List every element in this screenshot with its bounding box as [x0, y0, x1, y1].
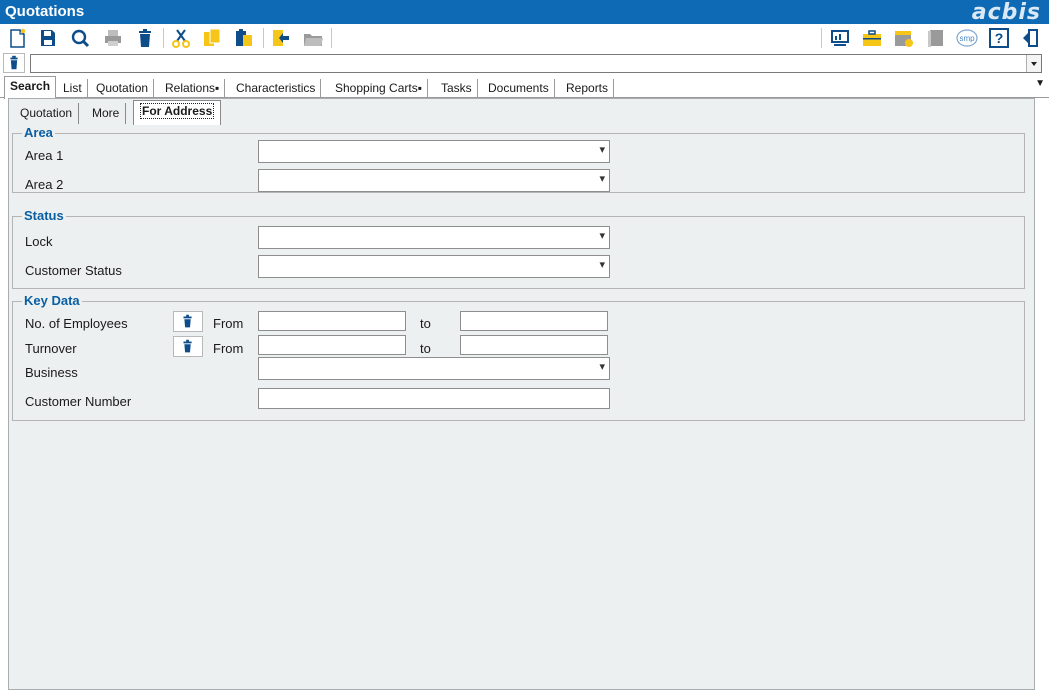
trash-icon — [10, 55, 18, 70]
turnover-to-field[interactable] — [461, 336, 607, 354]
employees-from-field[interactable] — [259, 312, 405, 330]
briefcase-icon[interactable] — [861, 27, 883, 49]
lock-select-value[interactable] — [259, 227, 609, 248]
lock-dropdown[interactable] — [258, 226, 610, 249]
tab-list[interactable]: List — [58, 79, 88, 98]
turnover-from-field[interactable] — [259, 336, 405, 354]
turnover-to-label: to — [420, 341, 431, 356]
tab-documents[interactable]: Documents — [483, 79, 555, 98]
area1-select-value[interactable] — [259, 141, 609, 162]
smp-icon[interactable]: smp — [956, 27, 978, 49]
window-title: Quotations — [5, 3, 85, 20]
trash-icon — [183, 339, 192, 353]
employees-from-input[interactable] — [258, 311, 406, 331]
subtab-more[interactable]: More — [86, 103, 127, 124]
turnover-from-label: From — [213, 341, 244, 356]
save-icon[interactable] — [37, 27, 59, 49]
area2-label: Area 2 — [25, 177, 64, 192]
book-icon[interactable] — [925, 27, 947, 49]
employees-to-label: to — [420, 316, 431, 331]
saved-search-combo[interactable] — [30, 54, 1042, 73]
search-icon[interactable] — [69, 27, 91, 49]
customer-status-dropdown[interactable] — [258, 255, 610, 278]
filter-row — [0, 52, 1049, 74]
lock-label: Lock — [25, 234, 53, 249]
employees-from-label: From — [213, 316, 244, 331]
employees-clear-button[interactable] — [173, 311, 203, 332]
new-icon[interactable] — [6, 27, 28, 49]
area1-label: Area 1 — [25, 148, 64, 163]
customer-status-select-value[interactable] — [259, 256, 609, 277]
turnover-label: Turnover — [25, 341, 77, 356]
customer-number-input[interactable] — [258, 388, 610, 409]
delete-icon[interactable] — [134, 27, 156, 49]
turnover-from-input[interactable] — [258, 335, 406, 355]
status-group-title: Status — [22, 208, 66, 223]
exit-icon[interactable] — [1020, 27, 1042, 49]
calendar-icon[interactable] — [893, 27, 915, 49]
open-folder-icon[interactable] — [302, 27, 324, 49]
import-icon[interactable] — [270, 27, 292, 49]
area2-select-value[interactable] — [259, 170, 609, 191]
employees-to-input[interactable] — [460, 311, 608, 331]
print-icon[interactable] — [102, 27, 124, 49]
customer-status-label: Customer Status — [25, 263, 122, 278]
monitor-icon[interactable] — [829, 27, 851, 49]
cut-icon[interactable] — [170, 27, 192, 49]
clear-filter-button[interactable] — [3, 53, 25, 73]
customer-number-field[interactable] — [259, 389, 609, 408]
key-data-group: Key Data No. of Employees From to Turnov… — [12, 293, 1025, 421]
copy-icon[interactable] — [201, 27, 223, 49]
customer-number-label: Customer Number — [25, 394, 132, 409]
tab-characteristics[interactable]: Characteristics — [231, 79, 322, 98]
paste-icon[interactable] — [233, 27, 255, 49]
trash-icon — [183, 314, 192, 328]
area-group: Area Area 1 Area 2 — [12, 125, 1025, 193]
main-tabs: Search List Quotation Relations▪ Charact… — [0, 76, 1049, 99]
tab-tasks[interactable]: Tasks — [436, 79, 478, 98]
status-group: Status Lock Customer Status — [12, 208, 1025, 289]
toolbar: smp ? — [0, 24, 1049, 52]
brand-logo: acbis — [971, 0, 1041, 25]
business-select-value[interactable] — [259, 358, 609, 379]
tab-relations[interactable]: Relations▪ — [160, 79, 226, 98]
tabs-overflow-icon[interactable]: ▼ — [1035, 78, 1045, 89]
tab-shopping-carts[interactable]: Shopping Carts▪ — [330, 79, 428, 98]
subtab-quotation[interactable]: Quotation — [14, 103, 80, 124]
tab-reports[interactable]: Reports — [561, 79, 615, 98]
business-label: Business — [25, 365, 78, 380]
tab-quotation[interactable]: Quotation — [91, 79, 155, 98]
svg-text:smp: smp — [959, 34, 975, 43]
help-icon[interactable]: ? — [988, 27, 1010, 49]
turnover-clear-button[interactable] — [173, 336, 203, 357]
svg-text:?: ? — [995, 30, 1004, 46]
area-group-title: Area — [22, 125, 55, 140]
title-bar: Quotations acbis — [0, 0, 1049, 25]
subtab-for-address[interactable]: For Address — [133, 100, 222, 125]
employees-label: No. of Employees — [25, 316, 128, 331]
key-data-group-title: Key Data — [22, 293, 82, 308]
area1-dropdown[interactable] — [258, 140, 610, 163]
search-panel: Quotation More For Address Area Area 1 A… — [8, 98, 1035, 690]
area2-dropdown[interactable] — [258, 169, 610, 192]
turnover-to-input[interactable] — [460, 335, 608, 355]
chevron-down-icon[interactable] — [1026, 55, 1041, 72]
employees-to-field[interactable] — [461, 312, 607, 330]
business-dropdown[interactable] — [258, 357, 610, 380]
subtab-for-address-label: For Address — [140, 103, 215, 119]
tab-search[interactable]: Search — [4, 76, 57, 99]
